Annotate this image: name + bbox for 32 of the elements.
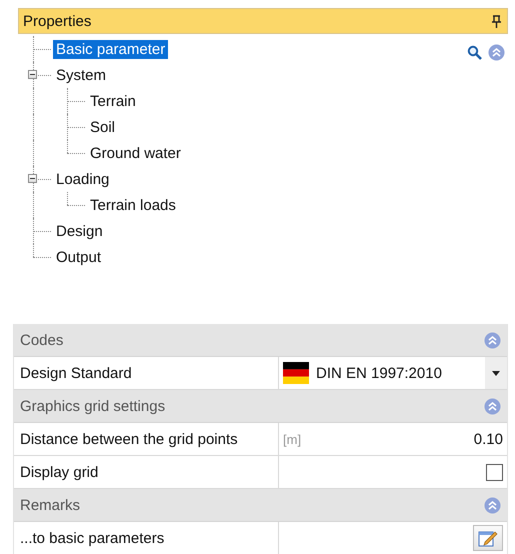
search-icon[interactable] xyxy=(467,45,482,60)
flag-icon xyxy=(283,362,309,384)
tree-item[interactable]: Output xyxy=(53,248,104,266)
tree-item[interactable]: Terrain loads xyxy=(87,196,179,214)
section-title: Codes xyxy=(20,332,64,348)
pin-icon[interactable] xyxy=(492,14,501,28)
collapse-toggle[interactable] xyxy=(28,174,37,183)
tree-item[interactable]: System xyxy=(53,66,110,84)
tree-item[interactable]: Loading xyxy=(53,170,112,188)
edit-button[interactable] xyxy=(473,525,503,551)
unit-label: [m] xyxy=(283,432,302,446)
notepad-pencil-icon xyxy=(478,529,498,547)
panel-title: Properties xyxy=(23,12,92,30)
tree-item[interactable]: Terrain xyxy=(87,92,139,110)
collapse-toggle[interactable] xyxy=(28,70,37,79)
dropdown-arrow-icon[interactable] xyxy=(492,370,500,376)
section-title: Remarks xyxy=(20,496,80,514)
property-label: Design Standard xyxy=(14,357,279,389)
property-label: Distance between the grid points xyxy=(14,423,279,455)
standard-dropdown[interactable]: DIN EN 1997:2010 xyxy=(283,357,479,389)
property-label: ...to basic parameters xyxy=(14,522,279,554)
property-label: Display grid xyxy=(14,456,279,488)
section-header[interactable]: Graphics grid settings xyxy=(14,390,507,423)
checkbox[interactable] xyxy=(486,464,503,480)
tree-item[interactable]: Basic parameter xyxy=(53,40,168,58)
section-title: Graphics grid settings xyxy=(20,398,166,414)
section-header[interactable]: Codes xyxy=(14,324,507,357)
section-header[interactable]: Remarks xyxy=(14,489,507,522)
number-value[interactable]: 0.10 xyxy=(474,430,503,448)
tree-item[interactable]: Soil xyxy=(87,118,118,136)
tree-item[interactable]: Ground water xyxy=(87,144,184,162)
tree-item[interactable]: Design xyxy=(53,222,106,240)
